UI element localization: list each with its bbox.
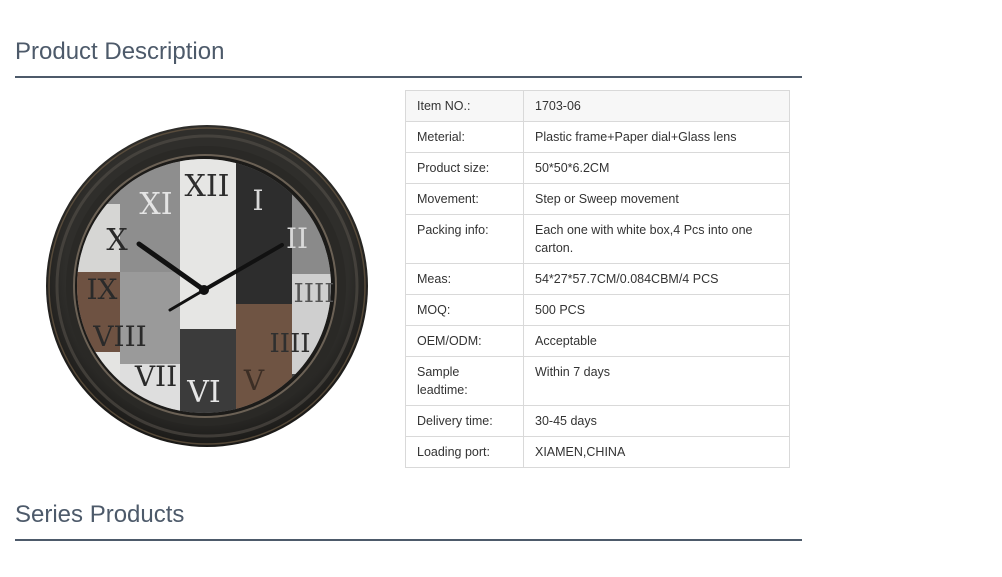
spec-value: 54*27*57.7CM/0.084CBM/4 PCS bbox=[523, 263, 790, 295]
spec-label: OEM/ODM: bbox=[405, 325, 524, 357]
spec-label: MOQ: bbox=[405, 294, 524, 326]
clock-image: XII I II IIII IIII V VI VII VIII IX X XI bbox=[46, 125, 368, 447]
spec-row: OEM/ODM: Acceptable bbox=[405, 325, 790, 357]
spec-label: Item NO.: bbox=[405, 90, 524, 122]
spec-row: Item NO.: 1703-06 bbox=[405, 90, 790, 122]
spec-label: Sample leadtime: bbox=[405, 356, 524, 406]
spec-row: Product size: 50*50*6.2CM bbox=[405, 152, 790, 184]
spec-value: 500 PCS bbox=[523, 294, 790, 326]
svg-text:IIII: IIII bbox=[293, 279, 334, 309]
spec-label: Loading port: bbox=[405, 436, 524, 468]
product-image[interactable]: XII I II IIII IIII V VI VII VIII IX X XI bbox=[44, 124, 370, 448]
svg-text:X: X bbox=[106, 223, 128, 258]
svg-text:II: II bbox=[286, 222, 308, 255]
spec-row: MOQ: 500 PCS bbox=[405, 294, 790, 326]
spec-value: Each one with white box,4 Pcs into one c… bbox=[523, 214, 790, 264]
spec-label: Meas: bbox=[405, 263, 524, 295]
spec-value: Acceptable bbox=[523, 325, 790, 357]
spec-row: Packing info: Each one with white box,4 P… bbox=[405, 214, 790, 264]
spec-label: Movement: bbox=[405, 183, 524, 215]
spec-label: Packing info: bbox=[405, 214, 524, 264]
spec-value: 1703-06 bbox=[523, 90, 790, 122]
svg-text:IX: IX bbox=[87, 273, 118, 306]
spec-value: XIAMEN,CHINA bbox=[523, 436, 790, 468]
product-description-heading: Product Description bbox=[15, 38, 802, 78]
spec-value: 50*50*6.2CM bbox=[523, 152, 790, 184]
specification-table: Item NO.: 1703-06 Meterial: Plastic frame+… bbox=[405, 90, 790, 468]
spec-value: Within 7 days bbox=[523, 356, 790, 406]
spec-label: Delivery time: bbox=[405, 405, 524, 437]
spec-row: Meas: 54*27*57.7CM/0.084CBM/4 PCS bbox=[405, 263, 790, 295]
spec-value: 30-45 days bbox=[523, 405, 790, 437]
spec-row: Meterial: Plastic frame+Paper dial+Glass … bbox=[405, 121, 790, 153]
svg-text:VI: VI bbox=[186, 375, 221, 410]
svg-text:VII: VII bbox=[134, 360, 177, 393]
spec-value: Step or Sweep movement bbox=[523, 183, 790, 215]
svg-text:XI: XI bbox=[139, 187, 172, 222]
svg-text:V: V bbox=[243, 364, 265, 397]
spec-row: Loading port: XIAMEN,CHINA bbox=[405, 436, 790, 468]
spec-row: Movement: Step or Sweep movement bbox=[405, 183, 790, 215]
svg-text:VIII: VIII bbox=[92, 320, 146, 353]
series-products-heading: Series Products bbox=[15, 501, 802, 541]
spec-label: Product size: bbox=[405, 152, 524, 184]
svg-text:IIII: IIII bbox=[269, 329, 310, 359]
spec-row: Sample leadtime: Within 7 days bbox=[405, 356, 790, 406]
svg-text:I: I bbox=[252, 184, 263, 217]
svg-text:XII: XII bbox=[184, 169, 229, 204]
spec-label: Meterial: bbox=[405, 121, 524, 153]
spec-value: Plastic frame+Paper dial+Glass lens bbox=[523, 121, 790, 153]
spec-row: Delivery time: 30-45 days bbox=[405, 405, 790, 437]
